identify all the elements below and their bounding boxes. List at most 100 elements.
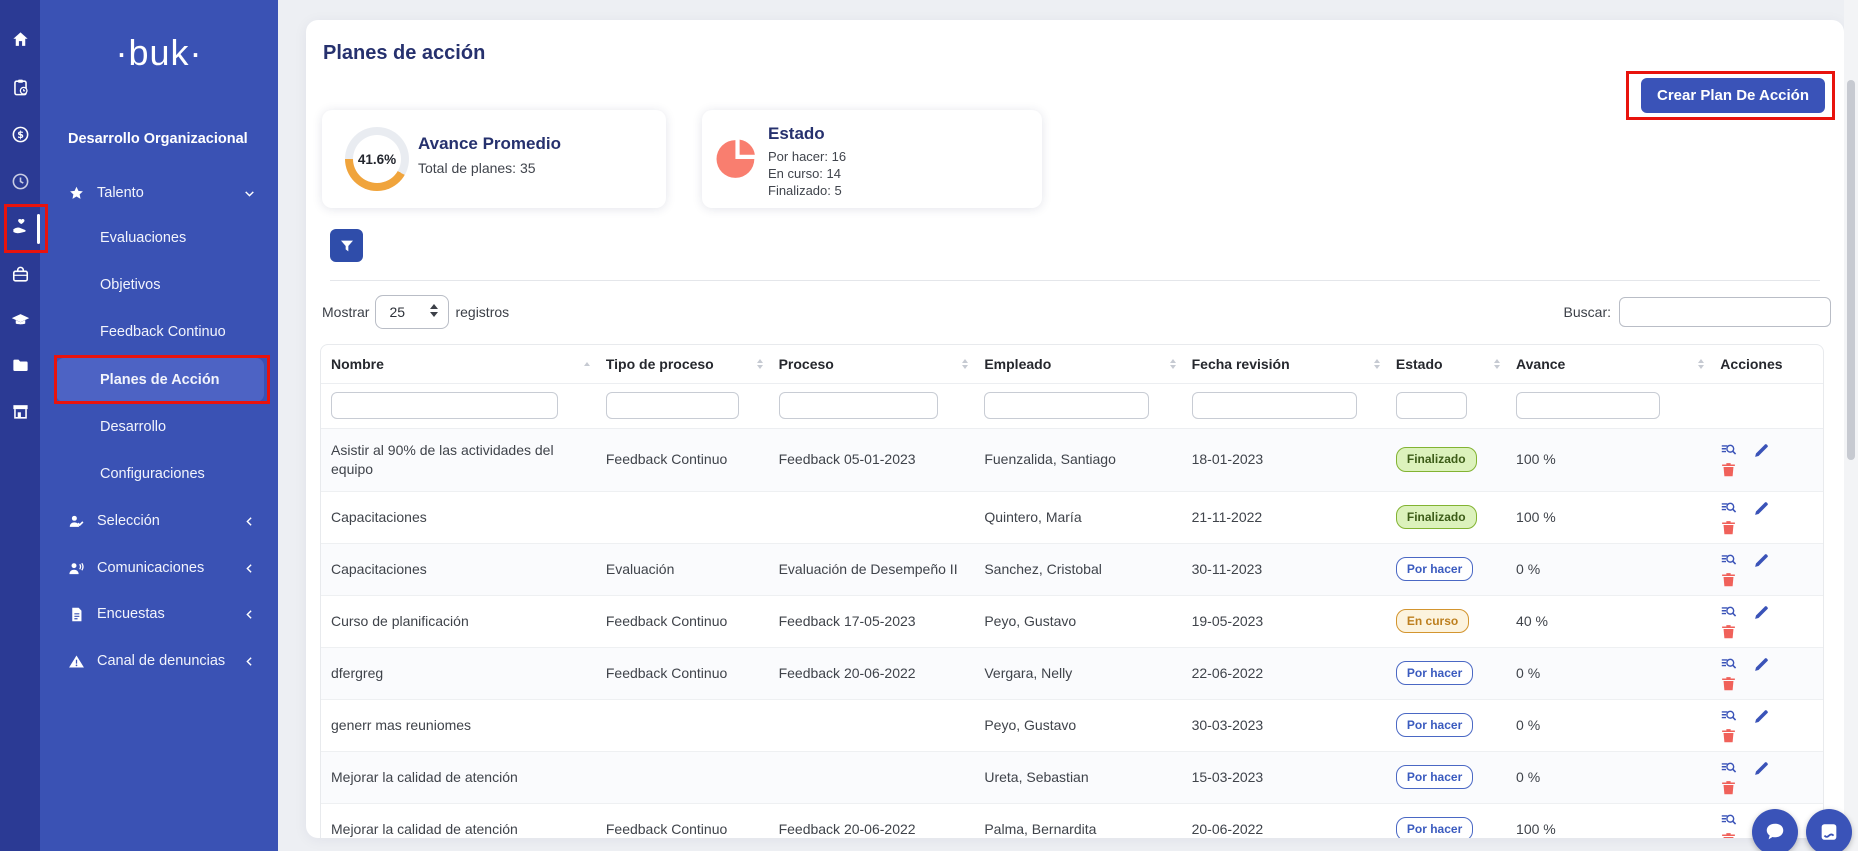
column-filter-input-tipo-de-proceso[interactable] (606, 392, 739, 419)
column-header-label: Acciones (1720, 356, 1782, 372)
cell-proceso: Feedback 05-01-2023 (769, 428, 975, 491)
cell-empleado: Palma, Bernardita (974, 803, 1181, 838)
trash-icon[interactable] (1720, 727, 1737, 744)
pencil-icon[interactable] (1753, 656, 1770, 673)
icon-rail: $ (0, 0, 40, 851)
column-header-proceso[interactable]: Proceso (769, 345, 975, 383)
cell-fecha-revision: 30-03-2023 (1182, 699, 1386, 751)
list-search-icon[interactable] (1720, 812, 1737, 829)
cell-tipo-proceso: Feedback Continuo (596, 428, 769, 491)
filter-button[interactable] (330, 229, 363, 262)
person-sound-icon (68, 560, 85, 577)
cell-avance: 0 % (1506, 543, 1710, 595)
create-action-plan-button[interactable]: Crear Plan De Acción (1641, 78, 1825, 113)
list-search-icon[interactable] (1720, 500, 1737, 517)
rail-button-clipboard-clock[interactable] (0, 69, 40, 111)
rail-button-hand-heart[interactable] (0, 208, 40, 250)
rail-button-clock[interactable] (0, 163, 40, 205)
sidebar-group-comunicaciones[interactable]: Comunicaciones (48, 551, 270, 585)
divider (330, 280, 1820, 281)
trash-icon[interactable] (1720, 831, 1737, 838)
list-search-icon[interactable] (1720, 760, 1737, 777)
rail-button-graduation-cap[interactable] (0, 302, 40, 344)
cell-avance: 0 % (1506, 699, 1710, 751)
sidebar-item-objetivos[interactable]: Objetivos (56, 268, 264, 302)
cell-acciones (1710, 699, 1823, 751)
trash-icon[interactable] (1720, 519, 1737, 536)
trash-icon[interactable] (1720, 571, 1737, 588)
estado-card-title: Estado (768, 124, 825, 144)
trash-icon[interactable] (1720, 779, 1737, 796)
list-search-icon[interactable] (1720, 442, 1737, 459)
rail-button-folder[interactable] (0, 347, 40, 389)
cell-acciones (1710, 751, 1823, 803)
table-row: Curso de planificaciónFeedback ContinuoF… (321, 595, 1823, 647)
cell-fecha-revision: 19-05-2023 (1182, 595, 1386, 647)
scrollbar-thumb[interactable] (1847, 80, 1855, 460)
column-filter-input-avance[interactable] (1516, 392, 1660, 419)
rail-button-home[interactable] (0, 21, 40, 63)
list-search-icon[interactable] (1720, 708, 1737, 725)
pencil-icon[interactable] (1753, 760, 1770, 777)
column-filter-input-estado[interactable] (1396, 392, 1467, 419)
column-header-empleado[interactable]: Empleado (974, 345, 1181, 383)
dollar-coin-icon: $ (11, 125, 30, 149)
column-header-label: Avance (1516, 356, 1565, 372)
pencil-icon[interactable] (1753, 604, 1770, 621)
column-filter-input-nombre[interactable] (331, 392, 558, 419)
page-size-select[interactable]: 25 (375, 295, 449, 329)
main-panel: Planes de acción Crear Plan De Acción 41… (306, 20, 1844, 838)
pencil-icon[interactable] (1753, 552, 1770, 569)
pencil-icon[interactable] (1753, 708, 1770, 725)
cell-proceso (769, 491, 975, 543)
pencil-icon[interactable] (1753, 442, 1770, 459)
file-text-icon (68, 606, 85, 623)
rail-button-storefront[interactable] (0, 393, 40, 435)
column-header-tipo-de-proceso[interactable]: Tipo de proceso (596, 345, 769, 383)
scrollbar-track[interactable] (1844, 0, 1858, 851)
column-header-label: Fecha revisión (1192, 356, 1290, 372)
cell-estado: Por hacer (1386, 647, 1506, 699)
sidebar-item-feedback-continuo[interactable]: Feedback Continuo (56, 315, 264, 349)
column-header-label: Proceso (779, 356, 834, 372)
trash-icon[interactable] (1720, 461, 1737, 478)
column-header-avance[interactable]: Avance (1506, 345, 1710, 383)
rail-button-dollar-coin[interactable]: $ (0, 116, 40, 158)
cell-nombre: generr mas reuniomes (321, 699, 596, 751)
trash-icon[interactable] (1720, 675, 1737, 692)
sidebar-group-canal-de-denuncias[interactable]: Canal de denuncias (48, 644, 270, 678)
filter-cell (1386, 383, 1506, 428)
column-filter-input-empleado[interactable] (984, 392, 1149, 419)
trash-icon[interactable] (1720, 623, 1737, 640)
rail-button-briefcase[interactable] (0, 256, 40, 298)
column-header-estado[interactable]: Estado (1386, 345, 1506, 383)
column-filter-input-proceso[interactable] (779, 392, 939, 419)
avance-card-title: Avance Promedio (418, 134, 561, 154)
sidebar-group-selección[interactable]: Selección (48, 504, 270, 538)
list-search-icon[interactable] (1720, 656, 1737, 673)
sort-carets-icon (1374, 359, 1380, 369)
chat-fab-button[interactable] (1752, 809, 1798, 851)
filter-cell (596, 383, 769, 428)
sidebar-group-talento[interactable]: Talento (48, 176, 270, 210)
estado-line: En curso: 14 (768, 165, 846, 182)
pencil-icon[interactable] (1753, 500, 1770, 517)
cell-proceso (769, 699, 975, 751)
estado-line: Por hacer: 16 (768, 148, 846, 165)
stepper-icon (430, 304, 438, 317)
search-input[interactable] (1619, 297, 1831, 327)
help-fab-button[interactable] (1806, 809, 1852, 851)
sidebar-item-evaluaciones[interactable]: Evaluaciones (56, 221, 264, 255)
column-filter-input-fecha-revisión[interactable] (1192, 392, 1358, 419)
list-search-icon[interactable] (1720, 552, 1737, 569)
sidebar-item-configuraciones[interactable]: Configuraciones (56, 457, 264, 491)
list-search-icon[interactable] (1720, 604, 1737, 621)
sidebar-group-encuestas[interactable]: Encuestas (48, 597, 270, 631)
column-header-fecha-revisión[interactable]: Fecha revisión (1182, 345, 1386, 383)
star-icon (68, 185, 85, 202)
cell-nombre: Mejorar la calidad de atención (321, 803, 596, 838)
status-badge: Finalizado (1396, 505, 1477, 529)
column-header-nombre[interactable]: Nombre (321, 345, 596, 383)
sidebar-item-planes-de-acción[interactable]: Planes de Acción (56, 358, 264, 402)
sidebar-item-desarrollo[interactable]: Desarrollo (56, 410, 264, 444)
